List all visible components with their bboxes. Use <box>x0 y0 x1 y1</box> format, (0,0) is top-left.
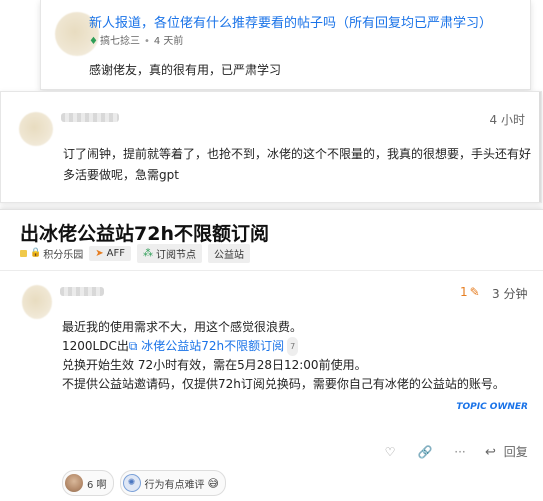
post-line-4: 不提供公益站邀请码，仅提供72h订阅兑换码，需要你自己有冰佬的公益站的账号。 <box>62 377 505 391</box>
topic-title[interactable]: 出冰佬公益站72h不限额订阅 <box>20 219 269 246</box>
post-meta: ♦ 搞七捻三 • 4 天前 <box>89 32 183 47</box>
reply-arrow-icon: ↩ <box>485 445 496 460</box>
post-time: 4 小时 <box>489 113 525 127</box>
topic-owner-badge: TOPIC OWNER <box>456 402 528 412</box>
tag-aff[interactable]: ➤ AFF <box>89 245 131 261</box>
click-count-badge: 7 <box>287 337 299 356</box>
tag-subscription-node[interactable]: ⁂ 订阅节点 <box>136 243 202 263</box>
post-time: 4 天前 <box>153 36 184 47</box>
category-badge[interactable]: 🔒 积分乐园 <box>20 246 83 261</box>
tag-label: 订阅节点 <box>155 249 196 261</box>
chip-label: 行为有点难评 <box>144 479 205 491</box>
reply-label: 回复 <box>503 445 528 459</box>
post-card-1: 新人报道，各位佬有什么推荐要看的帖子吗（所有回复均已严肃学习） ♦ 搞七捻三 • 4 … <box>40 0 531 90</box>
pencil-icon: ✎ <box>469 285 480 299</box>
post-line-2: 1200LDC出⧉ 冰佬公益站72h不限额订阅 7 <box>62 337 505 356</box>
text-prefix: 1200LDC出 <box>62 339 129 353</box>
cursor-icon: ➤ <box>95 247 104 259</box>
topic-tags: 🔒 积分乐园 ➤ AFF ⁂ 订阅节点 公益站 <box>20 243 250 263</box>
topic-link[interactable]: 冰佬公益站72h不限额订阅 <box>141 339 284 353</box>
tag-public-site[interactable]: 公益站 <box>207 243 250 263</box>
post-card-2: 4 小时 订了闹钟，提前就等着了，也抢不到，冰佬的这个不限量的，我真的很想要，手… <box>0 91 542 203</box>
category-color-swatch <box>20 249 27 257</box>
post-body: 订了闹钟，提前就等着了，也抢不到，冰佬的这个不限量的，我真的很想要，手头还有好多… <box>63 147 532 182</box>
topic-card: 出冰佬公益站72h不限额订阅 🔒 积分乐园 ➤ AFF ⁂ 订阅节点 公益站 1… <box>0 209 543 501</box>
separator-dot: • <box>143 36 150 47</box>
user-avatar <box>65 474 83 492</box>
nodes-icon: ⁂ <box>142 247 153 259</box>
username-redacted[interactable] <box>61 113 119 122</box>
user-chip[interactable]: 6 啊 <box>62 470 114 496</box>
link-icon[interactable]: 🔗 <box>415 445 435 459</box>
lock-icon: 🔒 <box>30 248 42 258</box>
reply-count-value: 1 <box>460 285 468 299</box>
heart-icon[interactable]: ♡ <box>380 445 400 459</box>
category-label: 积分乐园 <box>43 249 84 261</box>
reply-button[interactable]: ↩ 回复 <box>485 443 528 460</box>
username-redacted[interactable] <box>60 287 104 296</box>
badge-icon: ✺ <box>122 474 141 492</box>
avatar[interactable] <box>22 285 52 319</box>
category-icon: ♦ <box>89 36 98 47</box>
post-actions: ♡ 🔗 ··· ↩ 回复 <box>380 443 528 461</box>
post-time: 3 分钟 <box>492 287 528 301</box>
reply-count[interactable]: 1 ✎ <box>460 285 480 299</box>
sweat-smile-emoji: 😅 <box>207 476 220 490</box>
reaction-chips: 6 啊 ✺ 行为有点难评 😅 <box>62 470 232 496</box>
more-icon[interactable]: ··· <box>450 445 470 459</box>
tag-label: 公益站 <box>213 249 244 261</box>
post-line-1: 最近我的使用需求不大，用这个感觉很浪费。 <box>62 320 303 334</box>
post-body: 感谢佬友，真的很有用，已严肃学习 <box>89 63 282 77</box>
tag-label: AFF <box>106 247 125 259</box>
badge-chip[interactable]: ✺ 行为有点难评 😅 <box>119 470 227 496</box>
author-name[interactable]: 搞七捻三 <box>100 36 140 47</box>
divider <box>0 270 543 271</box>
external-link-icon: ⧉ <box>128 339 138 353</box>
chip-label: 6 啊 <box>87 479 107 491</box>
post-body: 最近我的使用需求不大，用这个感觉很浪费。 1200LDC出⧉ 冰佬公益站72h不… <box>62 318 505 394</box>
topic-link[interactable]: 新人报道，各位佬有什么推荐要看的帖子吗（所有回复均已严肃学习） <box>89 12 492 31</box>
card-edge <box>539 92 541 202</box>
post-line-3: 兑换开始生效 72小时有效，需在5月28日12:00前使用。 <box>62 358 367 372</box>
avatar[interactable] <box>19 112 53 146</box>
